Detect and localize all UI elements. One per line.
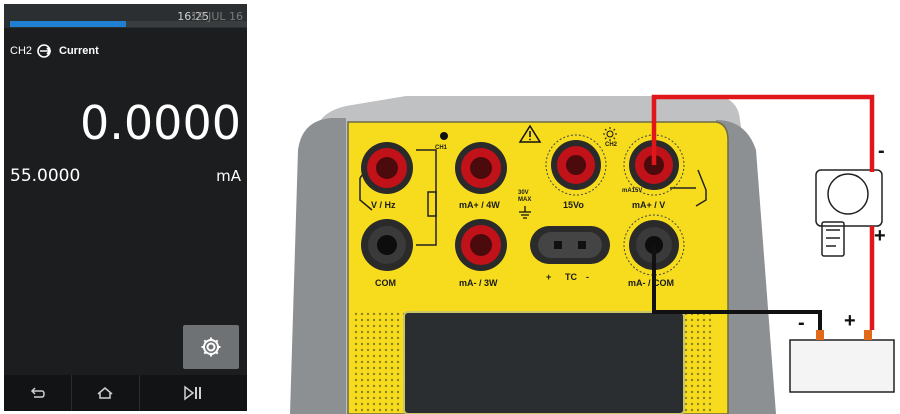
label-ma-com: mA- / COM [628,278,674,288]
battery-plus-mark: + [844,310,856,332]
play-pause-icon [184,385,202,401]
label-ma-4w: mA+ / 4W [459,200,500,210]
jack-v-hz [361,142,413,194]
unit-label: mA [216,167,241,185]
load-minus-mark: - [878,140,885,162]
progress-bar-fill [10,21,127,27]
date-label: 19 JUL 16 [190,10,243,23]
battery-positive-terminal [864,330,872,340]
label-tc: TC [565,272,577,282]
ch1-indicator-dot [440,132,448,140]
label-15vo: 15Vo [563,200,584,210]
label-ma15v: mA15V [622,188,643,194]
home-button[interactable] [72,375,140,411]
ch2-label: CH2 [605,142,618,148]
label-30v: 30V [518,190,529,196]
label-com: COM [375,278,396,288]
load-plus-mark: + [874,225,886,247]
current-source-icon [37,44,52,58]
label-tc-plus: + [546,272,552,282]
tc-socket [530,226,610,264]
main-reading: 0.0000 [80,96,241,150]
battery-symbol [789,339,895,393]
navigation-bar [4,375,247,411]
wiring-diagram: CH1 CH2 V / Hz mA+ / 4W 15Vo mA+ / V COM… [276,0,900,414]
back-arrow-icon [31,387,46,398]
channel-label: CH2 [10,45,33,57]
play-pause-button[interactable] [140,375,247,411]
secondary-reading[interactable]: 55.0000 [10,166,80,186]
calibrator-screen: 16:25 19 JUL 16 CH2 Current 0.0000 55.00… [4,4,247,411]
battery-negative-terminal [816,330,824,340]
settings-button[interactable] [183,325,239,369]
label-max: MAX [518,197,532,203]
function-label: Current [59,45,99,57]
channel-function-selector[interactable]: CH2 Current [10,42,99,60]
lcd-window [403,311,685,414]
label-ma-v: mA+ / V [632,200,666,210]
housing-left-side [290,118,346,414]
jack-ma-3w [455,219,507,271]
ch1-label: CH1 [435,145,448,151]
diagram-graphics [290,94,895,414]
jack-ma-4w [455,142,507,194]
battery-minus-mark: - [798,312,805,334]
home-icon [97,387,113,399]
back-button[interactable] [4,375,72,411]
label-ma-3w: mA- / 3W [459,278,498,288]
gear-icon [201,337,221,357]
status-bar: 16:25 19 JUL 16 [4,4,247,28]
label-v-hz: V / Hz [371,200,396,210]
label-tc-minus: - [586,272,589,282]
jack-com [361,219,413,271]
